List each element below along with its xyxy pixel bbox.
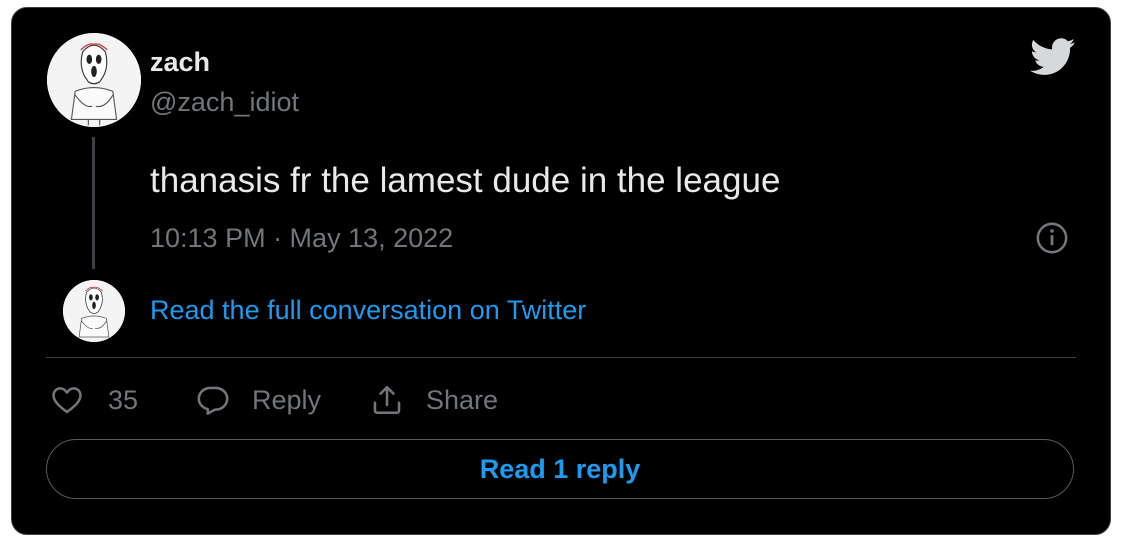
like-count: 35: [108, 384, 139, 415]
ghostface-avatar-image: [63, 280, 125, 342]
tweet-timestamp[interactable]: 10:13 PM · May 13, 2022: [150, 222, 453, 254]
like-button[interactable]: 35: [50, 382, 138, 418]
reply-button[interactable]: Reply: [196, 382, 321, 418]
tweet-text: thanasis fr the lamest dude in the leagu…: [150, 161, 781, 200]
info-icon[interactable]: [1035, 221, 1069, 255]
twitter-bird-icon[interactable]: [1030, 38, 1076, 76]
conversation-avatar[interactable]: [63, 280, 125, 342]
read-replies-button[interactable]: Read 1 reply: [46, 439, 1074, 499]
author-name[interactable]: zach: [150, 46, 210, 78]
share-button[interactable]: Share: [370, 382, 498, 418]
divider: [46, 357, 1076, 358]
reply-label: Reply: [252, 384, 322, 415]
share-icon: [373, 385, 401, 415]
speech-bubble-icon: [197, 386, 229, 415]
share-label: Share: [426, 384, 499, 415]
embedded-tweet-card: zach @zach_idiot thanasis fr the lamest …: [11, 7, 1111, 535]
heart-icon: [52, 387, 82, 414]
author-handle[interactable]: @zach_idiot: [150, 86, 299, 118]
ghostface-avatar-image: [47, 33, 141, 127]
author-avatar[interactable]: [47, 33, 141, 127]
read-full-conversation-link[interactable]: Read the full conversation on Twitter: [150, 294, 586, 326]
thread-connector-line: [92, 137, 95, 269]
